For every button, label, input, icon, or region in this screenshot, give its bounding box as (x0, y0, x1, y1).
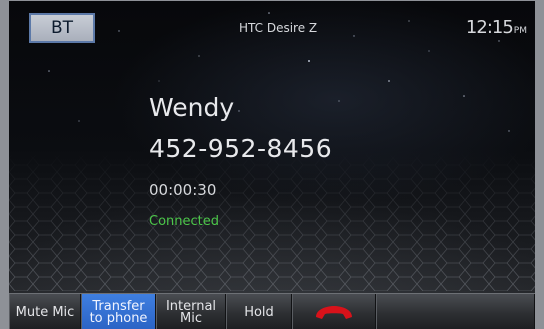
transfer-to-phone-button[interactable]: Transfer to phone (81, 294, 156, 329)
hexagon-floor-pattern (9, 151, 535, 291)
transfer-to-phone-label: Transfer to phone (89, 300, 148, 326)
caller-name: Wendy (149, 93, 235, 122)
clock-time: 12:15 (465, 17, 514, 38)
end-call-button[interactable] (292, 294, 376, 329)
call-duration: 00:00:30 (149, 181, 217, 199)
hang-up-icon (316, 305, 352, 319)
call-screen: BT HTC Desire Z 12:15PM Wendy 452-952-84… (9, 1, 535, 329)
bluetooth-button[interactable]: BT (29, 13, 95, 43)
empty-bar-slot (376, 294, 535, 329)
internal-mic-button[interactable]: Internal Mic (156, 294, 226, 329)
connected-device-name: HTC Desire Z (239, 21, 318, 35)
internal-mic-label: Internal Mic (166, 300, 216, 326)
call-control-bar: Mute Mic Transfer to phone Internal Mic … (9, 293, 535, 329)
internal-label-line2: Mic (180, 310, 202, 326)
caller-number: 452-952-8456 (149, 134, 333, 163)
transfer-label-line2: to phone (89, 310, 148, 326)
hold-label: Hold (244, 304, 274, 320)
head-unit-frame: BT HTC Desire Z 12:15PM Wendy 452-952-84… (0, 0, 544, 329)
mute-mic-label: Mute Mic (15, 304, 75, 320)
clock: 12:15PM (466, 17, 527, 38)
hold-button[interactable]: Hold (226, 294, 292, 329)
mute-mic-button[interactable]: Mute Mic (9, 294, 81, 329)
call-status: Connected (149, 214, 220, 229)
clock-ampm: PM (513, 26, 527, 36)
